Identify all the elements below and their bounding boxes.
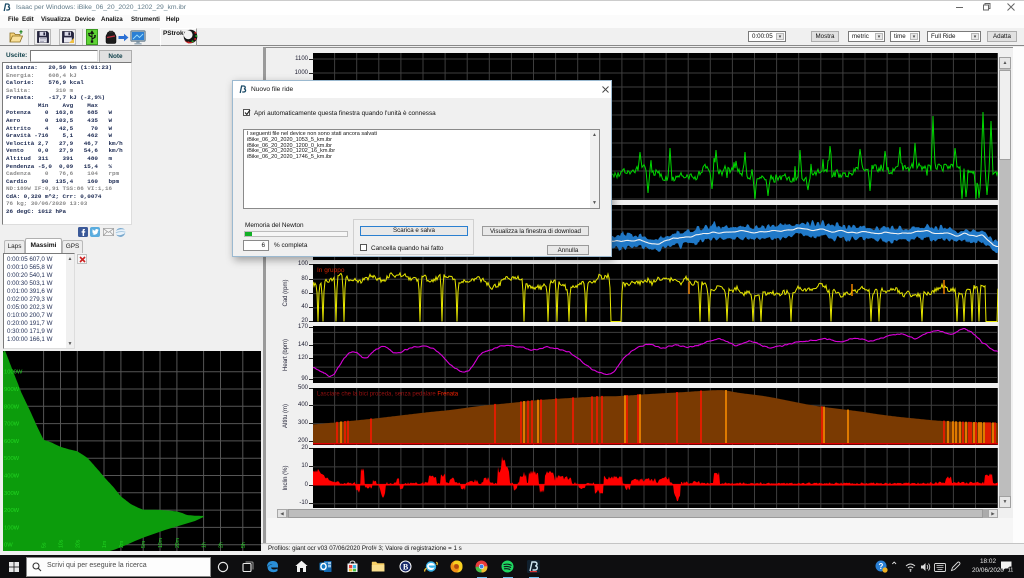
svg-text:In gruppo: In gruppo xyxy=(317,267,345,274)
svg-text:100W: 100W xyxy=(4,525,20,531)
svg-text:700W: 700W xyxy=(4,422,20,428)
svg-text:5h: 5h xyxy=(241,542,247,548)
svg-text:2m: 2m xyxy=(119,541,125,548)
svg-text:10s: 10s xyxy=(59,539,65,548)
svg-text:Lasciare che la bici proceda,: Lasciare che la bici proceda, senza peda… xyxy=(317,392,459,398)
svg-text:900W: 900W xyxy=(4,387,20,393)
svg-text:2h: 2h xyxy=(219,542,225,548)
svg-text:400W: 400W xyxy=(4,474,20,480)
svg-text:800W: 800W xyxy=(4,404,20,410)
svg-text:0W: 0W xyxy=(4,543,13,549)
svg-text:20s: 20s xyxy=(75,539,81,548)
svg-text:300W: 300W xyxy=(4,491,20,497)
svg-text:11: 11 xyxy=(1008,568,1014,573)
svg-text:5s: 5s xyxy=(42,542,48,548)
svg-text:1h: 1h xyxy=(202,542,208,548)
svg-text:200W: 200W xyxy=(4,508,20,514)
svg-text:B: B xyxy=(403,562,409,571)
svg-text:5m: 5m xyxy=(141,541,147,548)
svg-text:10m: 10m xyxy=(158,538,164,548)
svg-text:1000W: 1000W xyxy=(4,370,23,376)
svg-text:500W: 500W xyxy=(4,456,20,462)
svg-text:600W: 600W xyxy=(4,439,20,445)
svg-text:20m: 20m xyxy=(175,538,181,548)
svg-text:1m: 1m xyxy=(102,541,108,548)
